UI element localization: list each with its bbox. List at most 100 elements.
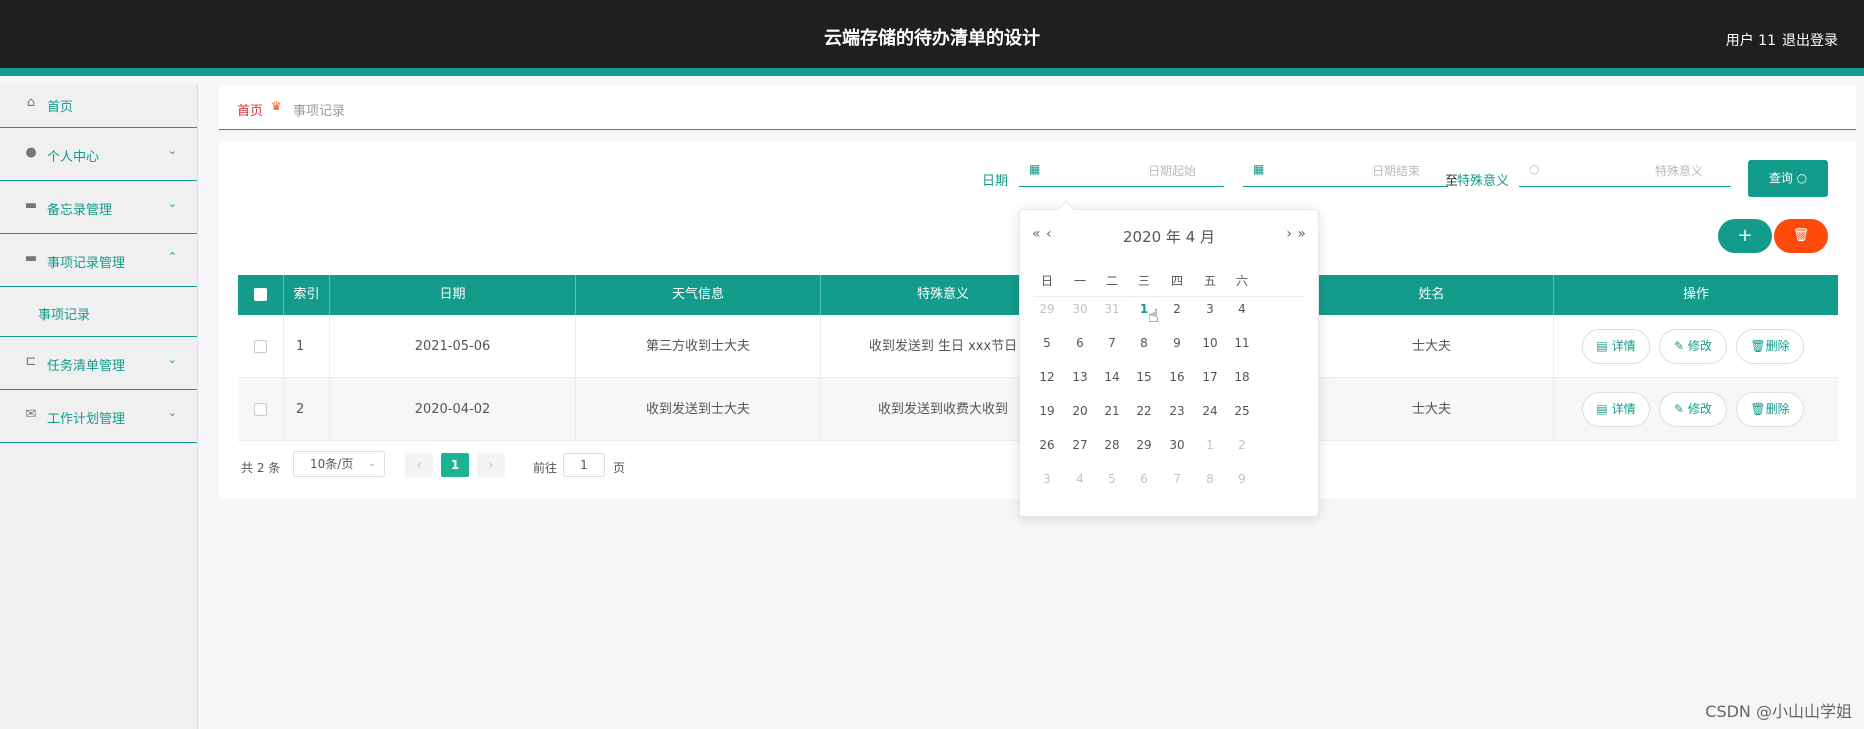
sidebar-item-memo[interactable]: ▬ 备忘录管理 ⌄ bbox=[0, 181, 197, 234]
delete-button[interactable]: 🗑删除 bbox=[1736, 329, 1804, 364]
delete-button[interactable]: 🗑删除 bbox=[1736, 392, 1804, 427]
query-button-label: 查询 bbox=[1768, 171, 1793, 185]
sidebar-item-home[interactable]: ⌂ 首页 bbox=[0, 84, 197, 128]
next-year-icon[interactable]: » bbox=[1297, 226, 1306, 242]
calendar-day[interactable]: 18 bbox=[1223, 370, 1261, 384]
special-input[interactable]: ○ 特殊意义 bbox=[1519, 151, 1731, 187]
sidebar-item-label: 工作计划管理 bbox=[47, 412, 126, 427]
calendar-day[interactable]: 11 bbox=[1223, 336, 1261, 350]
edit-button[interactable]: ✎ 修改 bbox=[1659, 329, 1727, 364]
date-picker: « ‹ 2020 年 4 月 › » 日一二三四五六 29 30 31 1 2 3 4 5 6 7 8… bbox=[1019, 200, 1319, 517]
cell-name: 士大夫 bbox=[1310, 378, 1554, 441]
picker-title: 2020 年 4 月 bbox=[1122, 228, 1216, 246]
cell-date: 2021-05-06 bbox=[330, 315, 576, 378]
next-month-icon[interactable]: › bbox=[1286, 226, 1292, 242]
page-size-value: 10条/页 bbox=[310, 457, 354, 471]
row-select[interactable] bbox=[238, 378, 284, 441]
watermark: CSDN @小山山学姐 bbox=[1705, 702, 1852, 721]
special-filter-label: 特殊意义 bbox=[1457, 174, 1510, 189]
doc-icon: ▤ bbox=[1596, 402, 1612, 416]
date-start-input[interactable]: ▦ 日期起始 bbox=[1019, 151, 1224, 187]
header-index: 索引 bbox=[284, 275, 330, 315]
header-name: 姓名 bbox=[1310, 275, 1554, 315]
delete-label: 删除 bbox=[1765, 402, 1790, 416]
monitor-icon: ▬ bbox=[24, 198, 38, 213]
app-title: 云端存储的待办清单的设计 bbox=[824, 28, 1040, 49]
sidebar-item-records[interactable]: ▬ 事项记录管理 ⌃ bbox=[0, 234, 197, 287]
edit-icon: ✎ bbox=[1674, 402, 1688, 416]
top-header: 云端存储的待办清单的设计 用户 11 退出登录 bbox=[0, 0, 1864, 76]
sidebar-subitem-records[interactable]: 事项记录 bbox=[0, 287, 197, 337]
cell-index: 1 bbox=[284, 315, 330, 378]
detail-button[interactable]: ▤ 详情 bbox=[1582, 392, 1650, 427]
page-number[interactable]: 1 bbox=[441, 453, 469, 477]
chevron-down-icon: ⌄ bbox=[167, 144, 177, 157]
sidebar-item-plans[interactable]: ✉ 工作计划管理 ⌄ bbox=[0, 390, 197, 443]
sidebar-item-tasks[interactable]: ⊏ 任务清单管理 ⌄ bbox=[0, 337, 197, 390]
pagination-total: 共 2 条 bbox=[241, 461, 281, 475]
crown-icon: ♛ bbox=[271, 99, 282, 113]
sidebar-item-label: 任务清单管理 bbox=[47, 359, 126, 374]
chevron-up-icon: ⌃ bbox=[167, 250, 177, 263]
sidebar-item-label: 个人中心 bbox=[47, 150, 100, 165]
calendar-day[interactable]: 2 bbox=[1223, 438, 1261, 452]
edit-icon: ✎ bbox=[1674, 339, 1688, 353]
detail-label: 详情 bbox=[1611, 339, 1636, 353]
header-date: 日期 bbox=[330, 275, 576, 315]
query-button[interactable]: 查询 ○ bbox=[1748, 160, 1828, 197]
next-page-button[interactable]: › bbox=[477, 453, 505, 477]
checkbox[interactable] bbox=[254, 288, 267, 301]
cell-ops: ▤ 详情 ✎ 修改 🗑删除 bbox=[1554, 378, 1838, 441]
current-user: 用户 11 bbox=[1725, 33, 1776, 49]
edit-label: 修改 bbox=[1687, 339, 1712, 353]
page-size-select[interactable]: 10条/页 ⌄ bbox=[293, 451, 385, 477]
row-select[interactable] bbox=[238, 315, 284, 378]
goto-page-input[interactable]: 1 bbox=[563, 453, 605, 477]
checkbox[interactable] bbox=[254, 340, 267, 353]
prev-page-button[interactable]: ‹ bbox=[405, 453, 433, 477]
sidebar-item-label: 事项记录管理 bbox=[47, 256, 126, 271]
cell-name: 士大夫 bbox=[1310, 315, 1554, 378]
add-button[interactable]: + bbox=[1718, 219, 1772, 253]
date-end-placeholder: 日期结束 bbox=[1371, 164, 1420, 178]
crop-icon: ⊏ bbox=[25, 354, 37, 369]
calendar-day[interactable]: 4 bbox=[1223, 302, 1261, 316]
trash-icon: 🗑 bbox=[1750, 339, 1766, 353]
doc-icon: ▤ bbox=[1596, 339, 1612, 353]
header-weather: 天气信息 bbox=[576, 275, 821, 315]
cell-date: 2020-04-02 bbox=[330, 378, 576, 441]
batch-delete-button[interactable]: 🗑 bbox=[1774, 219, 1828, 253]
chevron-down-icon: ⌄ bbox=[167, 406, 177, 419]
detail-button[interactable]: ▤ 详情 bbox=[1582, 329, 1650, 364]
sidebar: ⌂ 首页 ● 个人中心 ⌄ ▬ 备忘录管理 ⌄ ▬ 事项记录管理 ⌃ 事项记录 … bbox=[0, 84, 198, 729]
sidebar-item-personal-center[interactable]: ● 个人中心 ⌄ bbox=[0, 128, 197, 181]
breadcrumb-home[interactable]: 首页 bbox=[237, 100, 263, 119]
calendar-icon: ▦ bbox=[1253, 162, 1265, 176]
detail-label: 详情 bbox=[1611, 402, 1636, 416]
calendar-day[interactable]: 25 bbox=[1223, 404, 1261, 418]
search-icon: ○ bbox=[1796, 171, 1808, 185]
goto-label: 前往 bbox=[533, 461, 558, 475]
special-placeholder: 特殊意义 bbox=[1654, 164, 1703, 178]
picker-divider bbox=[1034, 296, 1304, 297]
date-start-placeholder: 日期起始 bbox=[1147, 164, 1196, 178]
trash-icon: 🗑 bbox=[1750, 402, 1766, 416]
home-icon: ⌂ bbox=[26, 95, 36, 110]
checkbox[interactable] bbox=[254, 403, 267, 416]
logout-link[interactable]: 退出登录 bbox=[1782, 30, 1838, 50]
cell-ops: ▤ 详情 ✎ 修改 🗑删除 bbox=[1554, 315, 1838, 378]
sidebar-item-label: 首页 bbox=[47, 100, 74, 115]
monitor-icon: ▬ bbox=[24, 251, 38, 266]
delete-label: 删除 bbox=[1765, 339, 1790, 353]
hand-cursor-icon: ☝ bbox=[1148, 306, 1159, 327]
header-select-all[interactable] bbox=[238, 275, 284, 315]
edit-button[interactable]: ✎ 修改 bbox=[1659, 392, 1727, 427]
chevron-down-icon: ⌄ bbox=[367, 458, 376, 469]
weekday-label: 六 bbox=[1235, 274, 1248, 288]
date-end-input[interactable]: ▦ 日期结束 bbox=[1243, 151, 1448, 187]
calendar-day[interactable]: 9 bbox=[1223, 472, 1261, 486]
sidebar-subitem-label: 事项记录 bbox=[38, 308, 91, 323]
header-ops: 操作 bbox=[1682, 287, 1709, 302]
edit-label: 修改 bbox=[1687, 402, 1712, 416]
sidebar-item-label: 备忘录管理 bbox=[47, 203, 113, 218]
